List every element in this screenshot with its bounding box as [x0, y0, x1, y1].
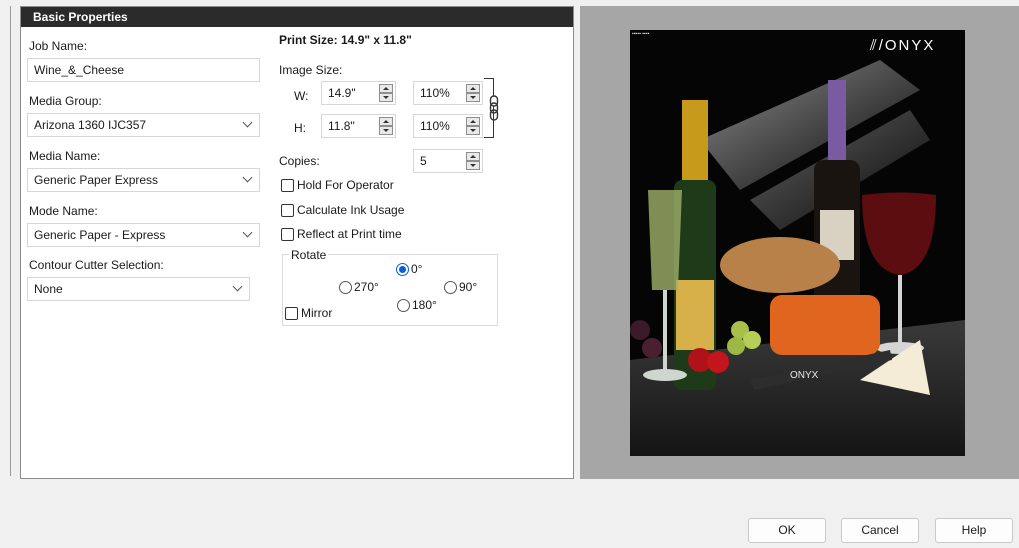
width-value: 14.9": [328, 86, 356, 100]
onyx-logo: ⫽/ONYX: [870, 37, 935, 54]
job-name-input[interactable]: [27, 58, 260, 82]
height-spinner[interactable]: 11.8": [321, 114, 396, 138]
copies-down-button[interactable]: [466, 161, 480, 170]
height-label: H:: [294, 121, 306, 135]
media-group-value: Arizona 1360 IJC357: [34, 118, 147, 132]
checkbox-box[interactable]: [285, 306, 298, 320]
mode-name-value: Generic Paper - Express: [34, 228, 166, 242]
width-percent-spinner[interactable]: 110%: [413, 81, 483, 105]
radio-icon[interactable]: [397, 298, 410, 312]
checkbox-box[interactable]: [281, 227, 294, 241]
cancel-button[interactable]: Cancel: [841, 518, 919, 543]
contour-cutter-label: Contour Cutter Selection:: [29, 258, 164, 272]
radio-icon[interactable]: [444, 280, 457, 294]
width-percent-value: 110%: [420, 86, 450, 100]
width-percent-down-button[interactable]: [466, 93, 480, 102]
width-down-button[interactable]: [379, 93, 393, 102]
rotate-0-label: 0°: [411, 262, 423, 276]
reflect-at-print-time-checkbox[interactable]: Reflect at Print time: [281, 227, 402, 241]
image-size-label: Image Size:: [279, 63, 343, 77]
print-size-label: Print Size: 14.9" x 11.8": [279, 33, 412, 47]
height-value: 11.8": [328, 119, 355, 133]
chevron-down-icon: [242, 172, 253, 183]
chevron-down-icon: [242, 227, 253, 238]
calculate-ink-usage-label: Calculate Ink Usage: [297, 203, 405, 217]
media-group-select[interactable]: Arizona 1360 IJC357: [27, 113, 260, 137]
checkbox-box[interactable]: [281, 203, 294, 217]
hold-for-operator-checkbox[interactable]: Hold For Operator: [281, 178, 394, 192]
chevron-down-icon: [242, 117, 253, 128]
onyx-logo-text: ONYX: [884, 37, 936, 54]
preview-tiny-text: ▪▪▪▪▪ ▪▪▪▪: [632, 31, 650, 37]
width-up-button[interactable]: [379, 84, 393, 93]
mode-name-select[interactable]: Generic Paper - Express: [27, 223, 260, 247]
radio-icon[interactable]: [339, 280, 352, 294]
onyx-slashes-icon: ⫽/: [870, 37, 885, 54]
media-name-label: Media Name:: [29, 149, 101, 163]
media-group-label: Media Group:: [29, 94, 102, 108]
rotate-0-radio[interactable]: 0°: [396, 262, 422, 276]
panel-title: Basic Properties: [21, 7, 573, 27]
height-percent-down-button[interactable]: [466, 126, 480, 135]
height-percent-up-button[interactable]: [466, 117, 480, 126]
height-percent-spinner[interactable]: 110%: [413, 114, 483, 138]
height-up-button[interactable]: [379, 117, 393, 126]
height-percent-value: 110%: [420, 119, 450, 133]
rotate-90-label: 90°: [459, 280, 478, 294]
media-name-select[interactable]: Generic Paper Express: [27, 168, 260, 192]
media-name-value: Generic Paper Express: [34, 173, 159, 187]
radio-selected-icon[interactable]: [396, 262, 409, 276]
width-spinner[interactable]: 14.9": [321, 81, 396, 105]
chevron-down-icon: [232, 281, 243, 292]
reflect-at-print-time-label: Reflect at Print time: [297, 227, 402, 241]
knife-logo-text: ONYX: [790, 370, 819, 381]
rotate-270-radio[interactable]: 270°: [339, 280, 379, 294]
chain-link-icon[interactable]: [489, 95, 499, 121]
checkbox-box[interactable]: [281, 178, 294, 192]
rotate-label: Rotate: [289, 248, 329, 262]
rotate-270-label: 270°: [354, 280, 379, 294]
contour-cutter-select[interactable]: None: [27, 277, 250, 301]
mode-name-label: Mode Name:: [29, 204, 98, 218]
rotate-90-radio[interactable]: 90°: [444, 280, 477, 294]
help-button[interactable]: Help: [935, 518, 1013, 543]
width-label: W:: [294, 89, 309, 103]
contour-cutter-value: None: [34, 282, 63, 296]
copies-spinner[interactable]: 5: [413, 149, 483, 173]
mirror-checkbox[interactable]: Mirror: [285, 306, 332, 320]
job-name-label: Job Name:: [29, 39, 88, 53]
width-percent-up-button[interactable]: [466, 84, 480, 93]
preview-image: ONYX: [630, 30, 965, 456]
rotate-180-label: 180°: [412, 298, 437, 312]
wine-cheese-photo: ONYX: [630, 30, 965, 456]
calculate-ink-usage-checkbox[interactable]: Calculate Ink Usage: [281, 203, 404, 217]
copies-up-button[interactable]: [466, 152, 480, 161]
hold-for-operator-label: Hold For Operator: [297, 178, 394, 192]
mirror-label: Mirror: [301, 306, 333, 320]
height-down-button[interactable]: [379, 126, 393, 135]
ok-button[interactable]: OK: [748, 518, 826, 543]
copies-label: Copies:: [279, 154, 320, 168]
rotate-180-radio[interactable]: 180°: [397, 298, 437, 312]
window-left-edge: [10, 6, 11, 476]
copies-value: 5: [420, 154, 427, 168]
